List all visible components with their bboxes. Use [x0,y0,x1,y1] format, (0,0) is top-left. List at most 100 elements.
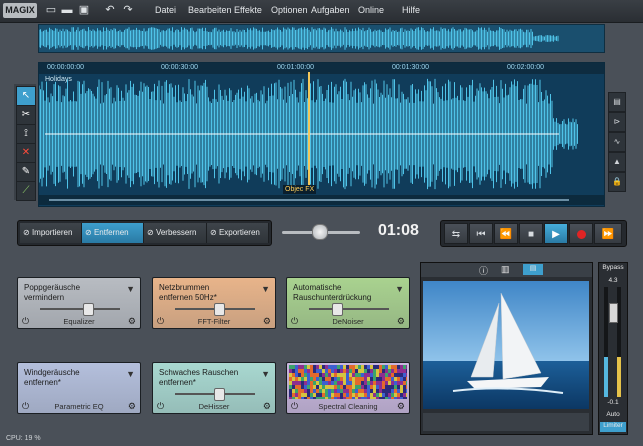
dropdown-arrow-icon[interactable]: ▼ [261,369,270,379]
gear-icon[interactable]: ⚙ [128,316,136,327]
power-icon[interactable]: ⏻ [157,401,164,412]
delete-tool-icon[interactable]: ✕ [16,143,36,163]
spectrogram-cell [301,373,304,377]
spectrogram-cell [361,365,364,369]
lock-icon[interactable]: 🔒 [608,172,626,192]
fast-forward-icon[interactable]: ⏩ [594,223,622,244]
tab-verbessern[interactable]: ⊘ Verbessern [144,223,207,243]
main-waveform[interactable]: 00:00:00:00 00:00:30:00 00:01:00:00 00:0… [38,62,605,207]
spectrogram-cell [325,373,328,377]
limiter-fader-knob[interactable] [609,303,618,323]
level-icon[interactable]: ▲ [608,152,626,172]
spectrogram-cell [316,373,319,377]
zoom-icon[interactable]: ▤ [608,92,626,112]
dropdown-arrow-icon[interactable]: ▼ [126,369,135,379]
spectrogram-cell [292,397,295,399]
info-icon[interactable]: ⓘ [479,264,488,277]
effect-panel-netzbrummen[interactable]: Netzbrummen entfernen 50Hz* ▼ FFT-Filter… [152,277,276,329]
marker-icon[interactable]: ⊳ [608,112,626,132]
limiter-button[interactable]: Limiter [600,422,626,432]
cut-tool-icon[interactable]: ✂ [16,105,36,125]
scrollbar-thumb[interactable] [49,199,569,201]
spectrogram-cell [301,385,304,389]
dropdown-arrow-icon[interactable]: ▼ [395,284,404,294]
object-fx-label[interactable]: Objec FX [283,185,317,194]
menu-bearbeiten[interactable]: Bearbeiten [188,5,232,15]
redo-icon[interactable]: ↷ [122,4,134,17]
spectrogram-cell [394,389,397,393]
bypass-label[interactable]: Bypass [600,264,626,271]
spectrogram-cell [376,393,379,397]
effect-panel-rauschunterdrueckung[interactable]: Automatische Rauschunterdrückung ▼ DeNoi… [286,277,410,329]
position-slider-knob[interactable] [312,224,328,240]
brush-tool-icon[interactable]: ⟋ [16,181,36,201]
undo-icon[interactable]: ↶ [104,4,116,17]
new-file-icon[interactable]: ▭ [45,4,57,17]
waveform-scrollbar[interactable] [39,195,604,205]
tab-exportieren[interactable]: ⊘ Exportieren [207,223,269,243]
power-icon[interactable]: ⏻ [22,401,29,412]
spectrogram-cell [307,377,310,381]
menu-optionen[interactable]: Optionen [271,5,308,15]
spectrogram-cell [331,369,334,373]
envelope-icon[interactable]: ∿ [608,132,626,152]
effect-slider-knob[interactable] [83,303,94,316]
power-icon[interactable]: ⏻ [291,401,298,412]
gear-icon[interactable]: ⚙ [397,401,405,412]
effect-panel-windgeraeusche[interactable]: Windgeräusche entfernen* ▼ Parametric EQ… [17,362,141,414]
menu-aufgaben[interactable]: Aufgaben [311,5,350,15]
power-icon[interactable]: ⏻ [157,316,164,327]
spectrogram-cell [319,377,322,381]
effect-label: Equalizer [63,317,95,326]
playhead-marker[interactable] [308,72,310,194]
tab-entfernen[interactable]: ⊘ Entfernen [82,223,144,243]
menu-datei[interactable]: Datei [155,5,176,15]
skip-back-icon[interactable]: ⏮ [469,223,493,244]
tab-importieren[interactable]: ⊘ Importieren [20,223,82,243]
spectrogram-cell [292,369,295,373]
effect-slider-knob[interactable] [214,388,225,401]
effect-panel-schwaches-rauschen[interactable]: Schwaches Rauschen entfernen* ▼ DeHisser… [152,362,276,414]
spectrogram-cell [301,397,304,399]
effect-slider-knob[interactable] [332,303,343,316]
dropdown-arrow-icon[interactable]: ▼ [126,284,135,294]
spectrogram-cell [295,377,298,381]
time-ruler[interactable]: 00:00:00:00 00:00:30:00 00:01:00:00 00:0… [39,63,604,74]
auto-button[interactable]: Auto [600,411,626,418]
spectrogram-cell [310,377,313,381]
overview-waveform[interactable] [38,24,605,53]
effect-slider[interactable] [309,308,389,310]
gear-icon[interactable]: ⚙ [397,316,405,327]
rewind-icon[interactable]: ⏪ [494,223,518,244]
power-icon[interactable]: ⏻ [291,316,298,327]
effect-slider-knob[interactable] [214,303,225,316]
effect-panel-poppgeraeusche[interactable]: Poppgeräusche vermindern ▼ Equalizer ⏻ ⚙ [17,277,141,329]
gear-icon[interactable]: ⚙ [263,316,271,327]
power-icon[interactable]: ⏻ [22,316,29,327]
menu-online[interactable]: Online [358,5,384,15]
open-folder-icon[interactable]: ▬ [61,4,73,17]
waveform-view-icon[interactable]: ▤ [523,264,543,275]
spectrum-icon[interactable]: ▥ [501,264,510,275]
range-tool-icon[interactable]: ⟟ [16,124,36,144]
spectrogram-cell [328,381,331,385]
effect-panel-spectral-cleaning[interactable]: Spectral Cleaning ⏻ ⚙ [286,362,410,414]
dropdown-arrow-icon[interactable]: ▼ [261,284,270,294]
menu-hilfe[interactable]: Hilfe [402,5,420,15]
gear-icon[interactable]: ⚙ [263,401,271,412]
save-icon[interactable]: ▣ [78,4,90,17]
spectrogram-cell [331,377,334,381]
loop-icon[interactable]: ⇆ [444,223,468,244]
spectrogram-cell [361,373,364,377]
spectrogram-cell [289,393,292,397]
spectrogram-cell [337,393,340,397]
spectrogram-cell [289,389,292,393]
record-icon[interactable] [569,223,593,244]
play-icon[interactable]: ▶ [544,223,568,244]
pointer-tool-icon[interactable]: ↖ [16,86,36,106]
stop-icon[interactable]: ■ [519,223,543,244]
pencil-tool-icon[interactable]: ✎ [16,162,36,182]
effect-slider[interactable] [40,308,120,310]
gear-icon[interactable]: ⚙ [128,401,136,412]
menu-effekte[interactable]: Effekte [234,5,262,15]
